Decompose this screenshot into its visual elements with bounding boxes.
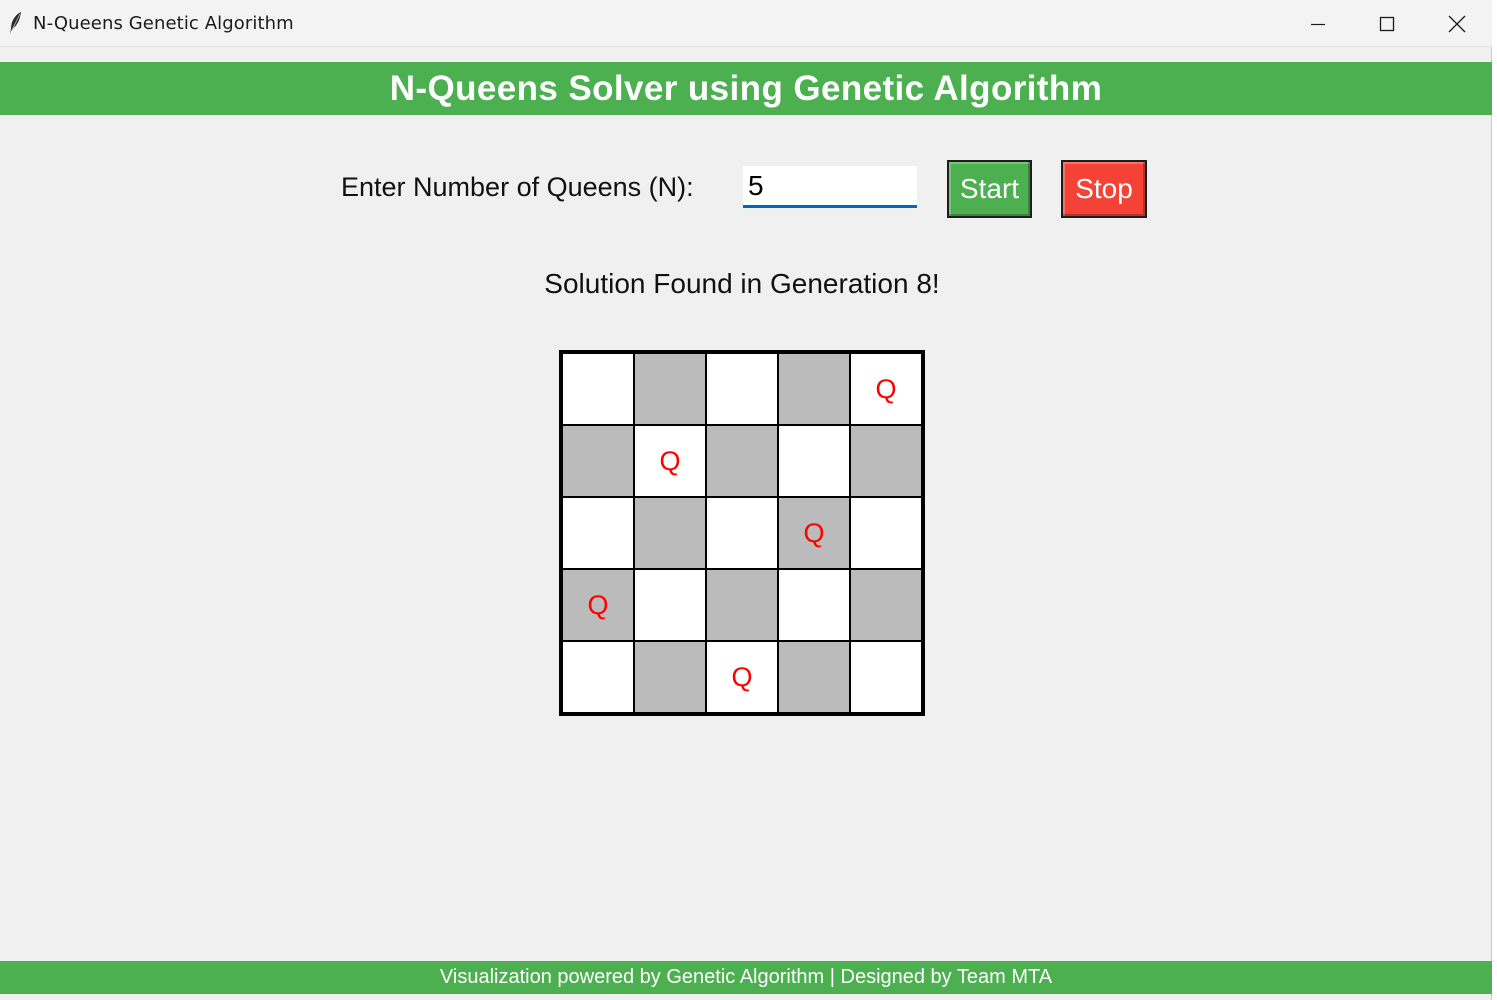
board-cell bbox=[706, 425, 778, 497]
board-cell bbox=[850, 425, 922, 497]
footer-text: Visualization powered by Genetic Algorit… bbox=[439, 966, 1053, 988]
board-cell bbox=[562, 425, 634, 497]
board-cell bbox=[706, 569, 778, 641]
start-button[interactable]: Start bbox=[947, 160, 1032, 218]
board-cell: Q bbox=[562, 569, 634, 641]
minimize-icon bbox=[1310, 16, 1326, 32]
board-cell: Q bbox=[778, 497, 850, 569]
board-cell: Q bbox=[850, 353, 922, 425]
desktop-edge bbox=[1492, 0, 1497, 1000]
queen-marker: Q bbox=[731, 661, 753, 692]
queen-marker: Q bbox=[587, 589, 609, 620]
board-cell bbox=[634, 641, 706, 713]
board-cell bbox=[778, 641, 850, 713]
board-cell bbox=[562, 641, 634, 713]
board-cell bbox=[778, 353, 850, 425]
queen-marker: Q bbox=[803, 517, 825, 548]
board-cell bbox=[850, 569, 922, 641]
close-icon bbox=[1448, 15, 1466, 33]
board-cell bbox=[706, 353, 778, 425]
page-title: N-Queens Solver using Genetic Algorithm bbox=[389, 68, 1103, 108]
board-cell: Q bbox=[634, 425, 706, 497]
queen-marker: Q bbox=[659, 445, 681, 476]
queens-count-label: Enter Number of Queens (N): bbox=[341, 172, 694, 202]
board-cell bbox=[634, 353, 706, 425]
board-cell bbox=[634, 497, 706, 569]
feather-icon bbox=[8, 11, 24, 35]
board-cell bbox=[850, 641, 922, 713]
header-banner: N-Queens Solver using Genetic Algorithm bbox=[0, 62, 1492, 115]
board-cell bbox=[562, 353, 634, 425]
board-cell bbox=[850, 497, 922, 569]
board-cell bbox=[634, 569, 706, 641]
status-message: Solution Found in Generation 8! bbox=[544, 268, 940, 299]
board-cell bbox=[778, 569, 850, 641]
board-cell bbox=[562, 497, 634, 569]
board-cell bbox=[778, 425, 850, 497]
title-bar[interactable]: N-Queens Genetic Algorithm bbox=[0, 0, 1492, 47]
board-cell: Q bbox=[706, 641, 778, 713]
queen-marker: Q bbox=[875, 373, 897, 404]
window-title: N-Queens Genetic Algorithm bbox=[33, 13, 294, 34]
minimize-button[interactable] bbox=[1283, 0, 1353, 47]
footer-banner: Visualization powered by Genetic Algorit… bbox=[0, 961, 1492, 994]
chess-board: Q Q Q Q Q bbox=[559, 350, 925, 716]
queens-count-input[interactable] bbox=[743, 166, 917, 208]
maximize-button[interactable] bbox=[1352, 0, 1422, 47]
board-cell bbox=[706, 497, 778, 569]
maximize-icon bbox=[1379, 16, 1395, 32]
close-button[interactable] bbox=[1422, 0, 1492, 47]
app-window: N-Queens Genetic Algorithm N-Queens Solv… bbox=[0, 0, 1492, 1000]
stop-button[interactable]: Stop bbox=[1061, 160, 1147, 218]
